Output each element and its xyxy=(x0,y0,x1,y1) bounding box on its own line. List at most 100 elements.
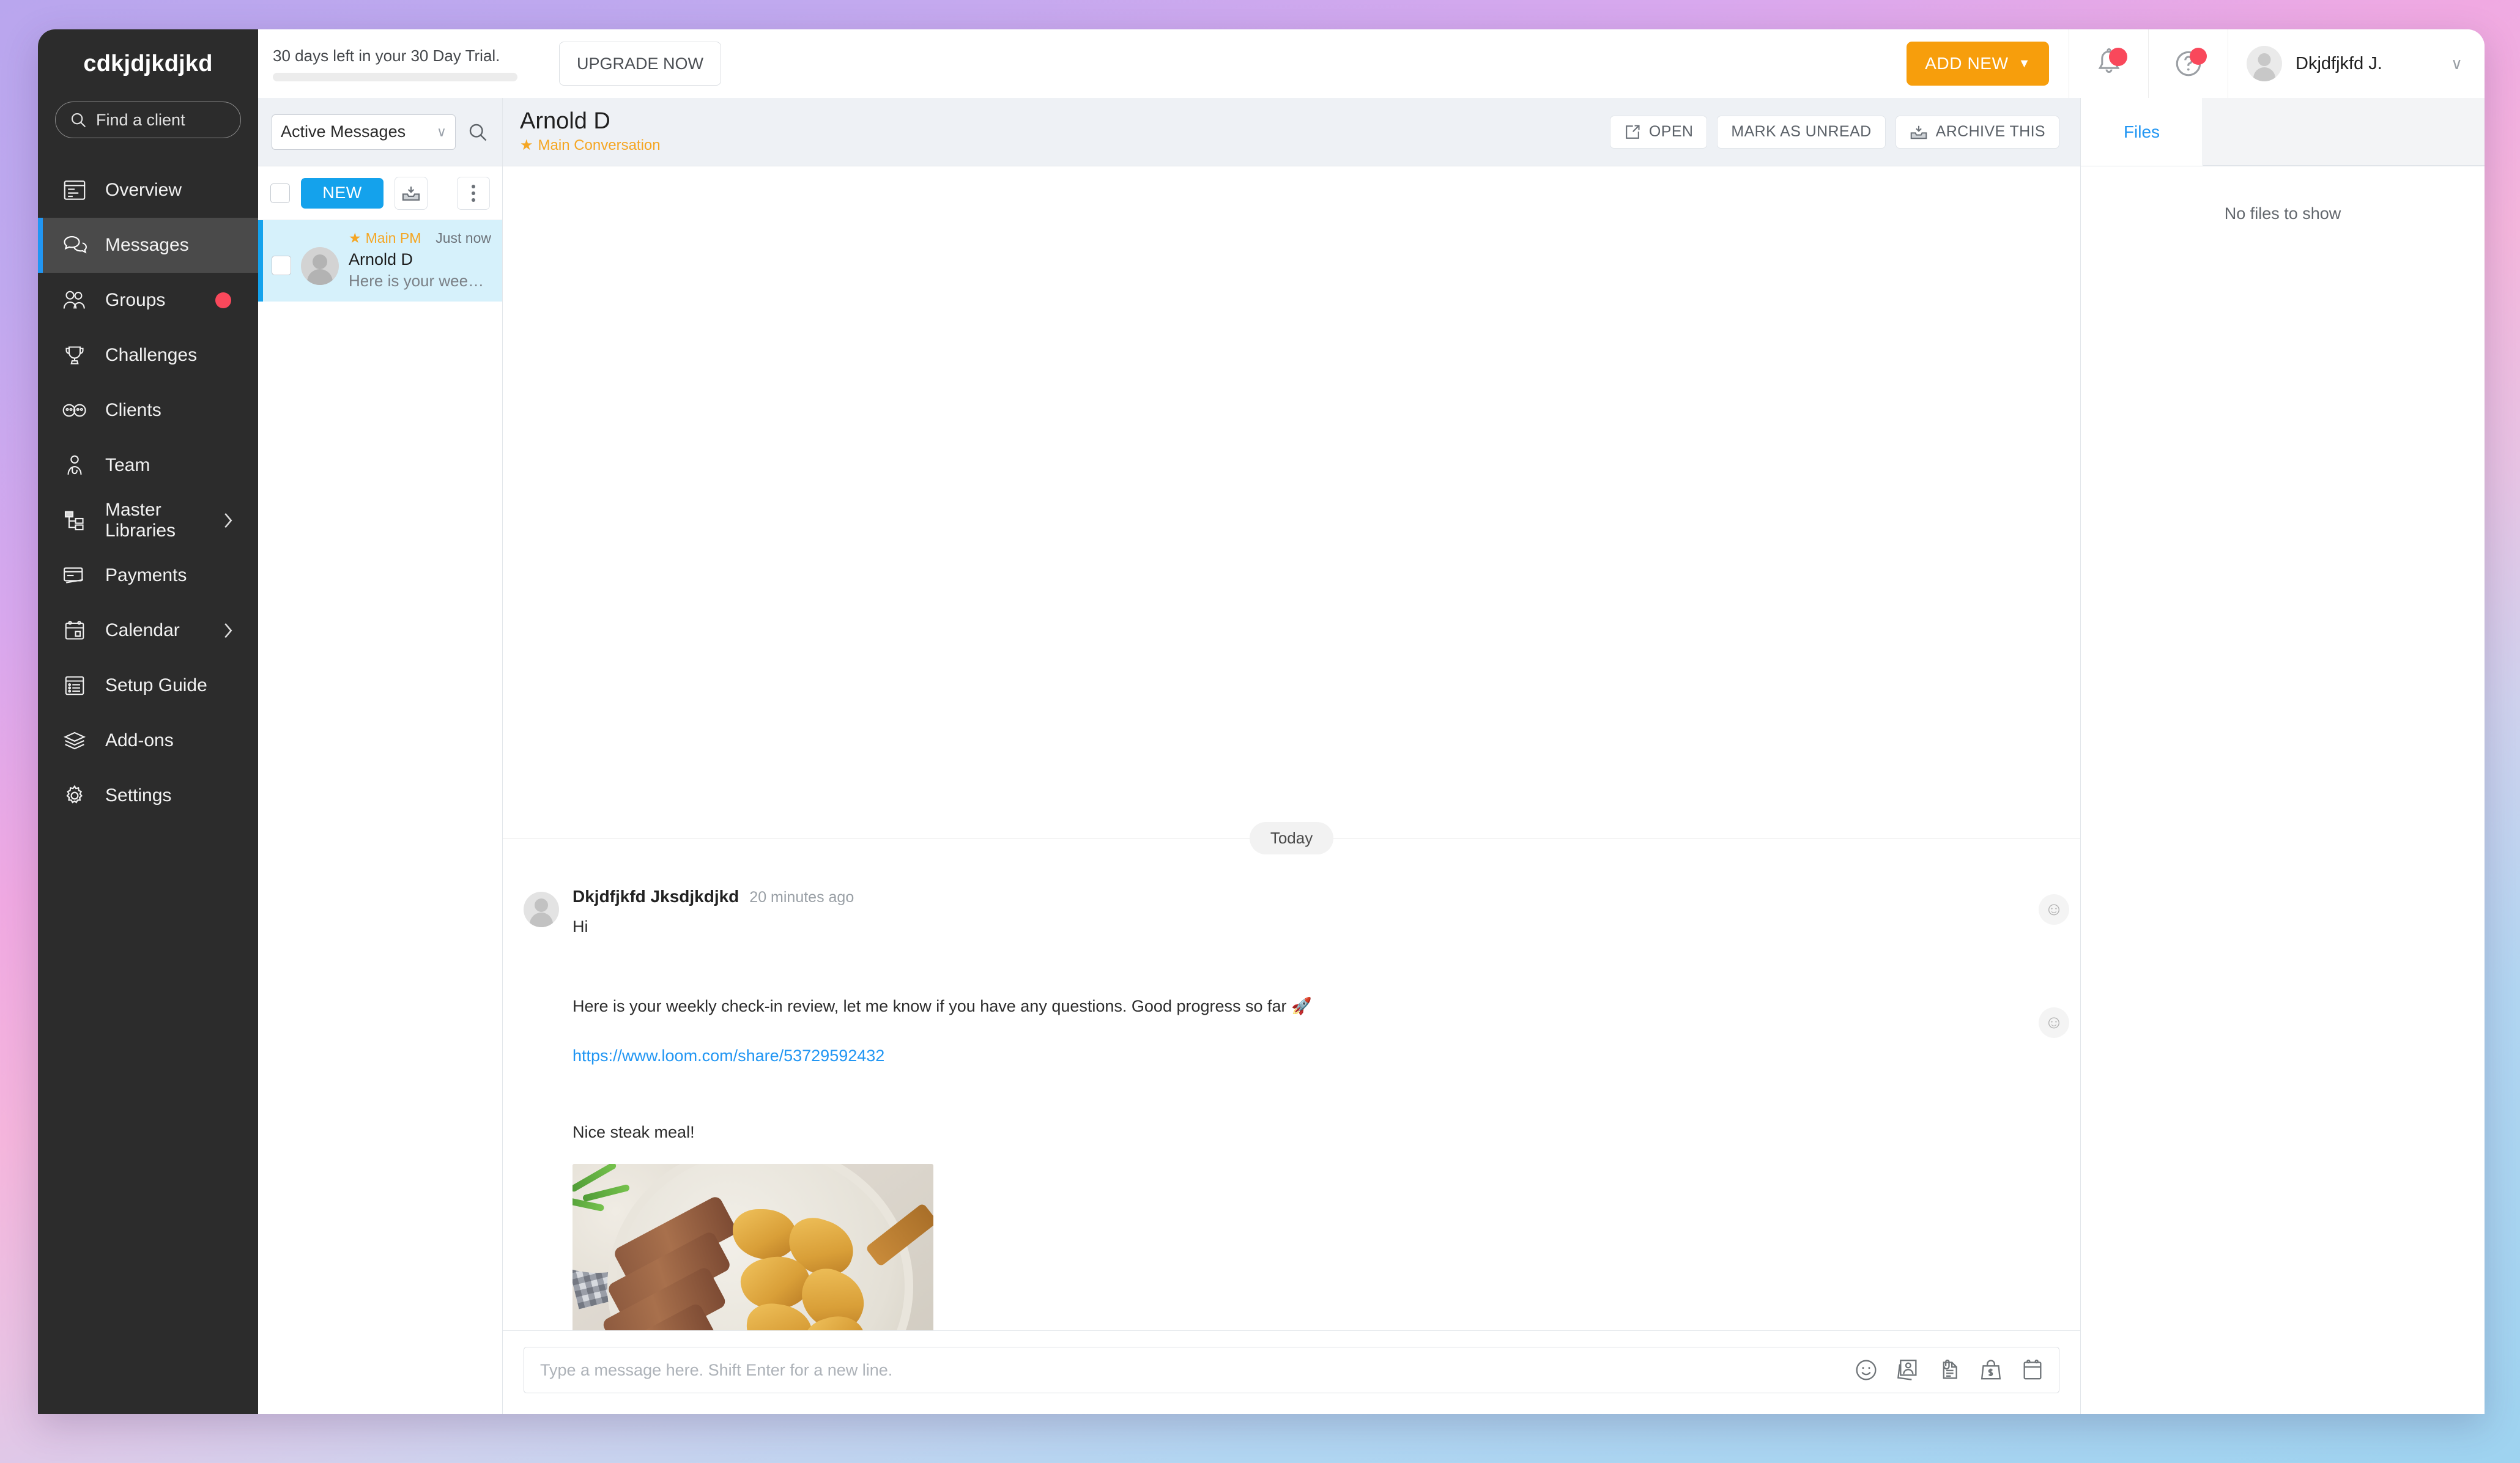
archive-button[interactable] xyxy=(395,176,428,210)
gear-icon xyxy=(61,782,88,809)
message-composer[interactable]: Type a message here. Shift Enter for a n… xyxy=(524,1347,2059,1393)
sidebar-item-challenges[interactable]: Challenges xyxy=(38,328,258,383)
find-client-search[interactable]: Find a client xyxy=(55,102,241,138)
topbar: 30 days left in your 30 Day Trial. UPGRA… xyxy=(258,29,2485,98)
sidebar-item-label: Setup Guide xyxy=(105,675,207,695)
sidebar-item-clients[interactable]: Clients xyxy=(38,383,258,438)
message-filter-select[interactable]: Active Messages ∨ xyxy=(272,114,456,150)
composer-area: Type a message here. Shift Enter for a n… xyxy=(503,1330,2080,1414)
calendar-icon xyxy=(61,617,88,644)
layers-icon xyxy=(61,727,88,754)
conversation-name: Arnold D xyxy=(349,250,413,269)
new-message-button[interactable]: NEW xyxy=(301,177,384,209)
tab-files[interactable]: Files xyxy=(2081,98,2203,166)
message-author: Dkjdfjkfd Jksdjkdjkd xyxy=(573,887,739,906)
sidebar-item-settings[interactable]: Settings xyxy=(38,768,258,823)
trophy-icon xyxy=(61,342,88,369)
sidebar-item-label: Groups xyxy=(105,290,166,310)
sidebar-item-label: Clients xyxy=(105,400,161,420)
sidebar-item-overview[interactable]: Overview xyxy=(38,163,258,218)
brand-logo: cdkjdjkdjkd xyxy=(83,50,213,76)
conversation-subtitle: ★ Main Conversation xyxy=(520,136,661,154)
conversation-actions: OPEN MARK AS UNREAD ARCHIVE THIS xyxy=(1609,115,2059,149)
message-text-1: Hi xyxy=(573,917,588,936)
clients-icon xyxy=(61,397,88,424)
archive-this-label: ARCHIVE THIS xyxy=(1935,123,2045,140)
day-separator-label: Today xyxy=(1249,822,1334,854)
groups-unread-badge xyxy=(215,292,231,308)
notifications-badge xyxy=(2109,48,2127,66)
sidebar-item-payments[interactable]: Payments xyxy=(38,548,258,603)
card-icon xyxy=(61,562,88,589)
open-label: OPEN xyxy=(1648,123,1694,140)
list-filter-bar: Active Messages ∨ xyxy=(258,98,502,166)
reaction-button[interactable]: ☺ xyxy=(2039,894,2069,925)
page-title: Arnold D xyxy=(520,108,610,134)
message-input-placeholder: Type a message here. Shift Enter for a n… xyxy=(540,1360,893,1379)
list-toolbar: NEW xyxy=(258,166,502,220)
sidebar-item-add-ons[interactable]: Add-ons xyxy=(38,713,258,768)
image-icon[interactable] xyxy=(1894,1356,1922,1384)
sidebar-item-label: Calendar xyxy=(105,620,180,640)
user-name: Dkjdfjkfd J. xyxy=(2296,53,2382,73)
emoji-icon[interactable] xyxy=(1852,1356,1880,1384)
reaction-button[interactable]: ☺ xyxy=(2039,1007,2069,1038)
list-icon xyxy=(61,672,88,699)
sidebar-item-team[interactable]: Team xyxy=(38,438,258,493)
list-item[interactable]: ★ Main PM Just now Arnold D Here is your… xyxy=(258,220,502,302)
mark-as-unread-button[interactable]: MARK AS UNREAD xyxy=(1717,115,1886,149)
user-menu[interactable]: Dkjdfjkfd J. ∨ xyxy=(2228,29,2485,98)
sidebar-item-groups[interactable]: Groups xyxy=(38,273,258,328)
upgrade-now-button[interactable]: UPGRADE NOW xyxy=(559,42,722,86)
message-timestamp: 20 minutes ago xyxy=(749,889,854,906)
product-icon[interactable] xyxy=(1977,1356,2005,1384)
sidebar-item-label: Master Libraries xyxy=(105,500,176,541)
day-separator: Today xyxy=(503,822,2080,854)
sidebar-item-label: Add-ons xyxy=(105,730,174,750)
message-text-2: Here is your weekly check-in review, let… xyxy=(573,997,1312,1015)
open-button[interactable]: OPEN xyxy=(1609,115,1708,149)
star-icon: ★ xyxy=(349,230,361,246)
chevron-down-icon: ∨ xyxy=(2450,54,2463,73)
composer-tools xyxy=(1852,1356,2047,1384)
sidebar-item-label: Settings xyxy=(105,785,172,806)
tabs-filler xyxy=(2203,98,2485,166)
library-icon xyxy=(61,507,88,534)
conversation-checkbox[interactable] xyxy=(272,256,291,275)
trial-progress-bar xyxy=(273,72,517,81)
trial-text: 30 days left in your 30 Day Trial. xyxy=(273,46,500,65)
help-button[interactable] xyxy=(2148,29,2228,98)
message-link[interactable]: https://www.loom.com/share/53729592432 xyxy=(573,1046,2059,1065)
archive-this-button[interactable]: ARCHIVE THIS xyxy=(1895,115,2059,149)
chevron-right-icon xyxy=(221,621,235,640)
add-new-label: ADD NEW xyxy=(1925,54,2009,73)
chevron-right-icon xyxy=(221,511,235,530)
help-badge xyxy=(2190,48,2207,65)
sidebar-item-setup-guide[interactable]: Setup Guide xyxy=(38,658,258,713)
list-options-button[interactable] xyxy=(457,176,490,210)
sidebar-item-master-libraries[interactable]: Master Libraries xyxy=(38,493,258,548)
add-new-button[interactable]: ADD NEW ▼ xyxy=(1907,42,2049,86)
workspace: Active Messages ∨ NEW ★ Main PM Just now… xyxy=(258,98,2485,1414)
chevron-down-icon: ∨ xyxy=(436,124,447,139)
attachment-icon[interactable] xyxy=(1935,1356,1963,1384)
find-client-placeholder: Find a client xyxy=(96,110,185,129)
conversation-subtitle-label: Main Conversation xyxy=(538,136,661,154)
sidebar-item-calendar[interactable]: Calendar xyxy=(38,603,258,658)
open-external-icon xyxy=(1624,124,1641,141)
notifications-button[interactable] xyxy=(2069,29,2148,98)
sidebar-item-label: Messages xyxy=(105,235,189,255)
avatar xyxy=(2247,46,2282,81)
groups-icon xyxy=(61,287,88,314)
calendar-icon[interactable] xyxy=(2018,1356,2047,1384)
select-all-checkbox[interactable] xyxy=(270,183,290,203)
conversation-time: Just now xyxy=(435,230,491,246)
sidebar-item-messages[interactable]: Messages xyxy=(38,218,258,273)
files-panel: Files No files to show xyxy=(2081,98,2485,1414)
sidebar-item-label: Challenges xyxy=(105,345,198,365)
sidebar-item-label: Overview xyxy=(105,180,182,200)
steak-meal-photo[interactable] xyxy=(573,1164,933,1330)
search-messages-icon[interactable] xyxy=(467,121,489,143)
avatar xyxy=(301,247,339,285)
conversation-preview: Here is your week… xyxy=(349,272,491,290)
